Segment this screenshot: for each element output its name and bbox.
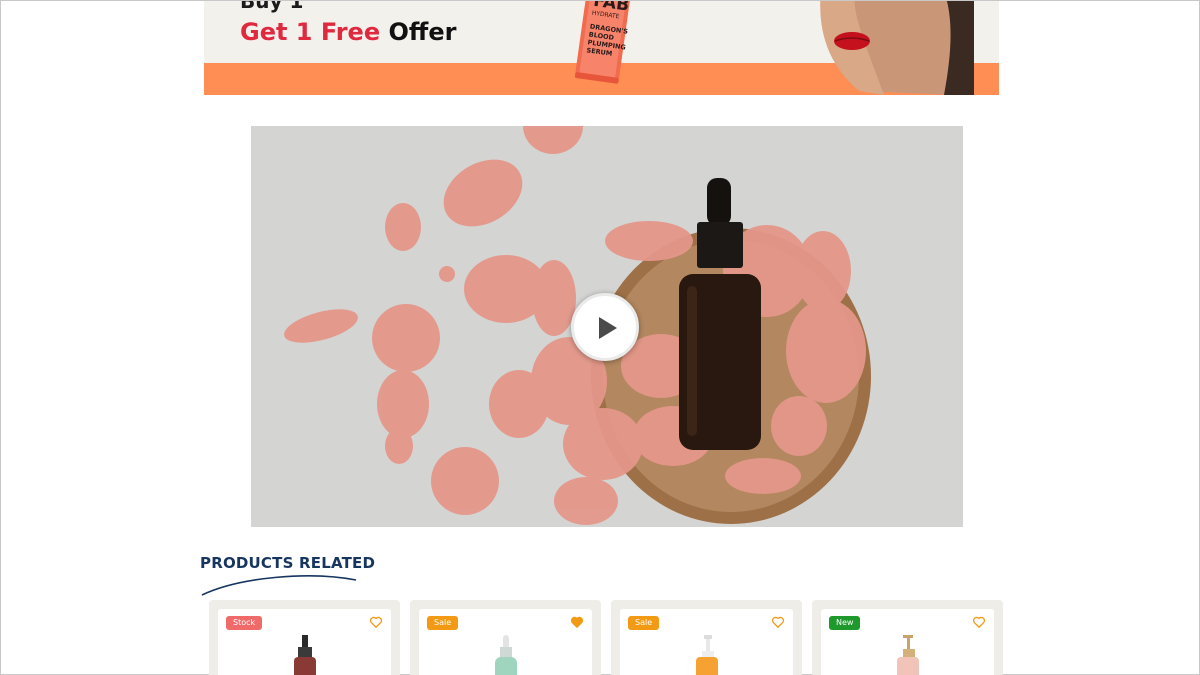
banner-offer-highlight: Get 1 Free <box>240 18 381 46</box>
model-face-image <box>820 1 974 95</box>
product-card[interactable]: Sale <box>410 600 601 675</box>
product-card[interactable]: New <box>812 600 1003 675</box>
heart-icon[interactable] <box>369 615 383 629</box>
play-icon <box>599 317 617 339</box>
product-badge: New <box>829 616 861 630</box>
product-card[interactable]: Stock <box>209 600 400 675</box>
section-title: PRODUCTS RELATED <box>200 554 376 572</box>
heart-icon[interactable] <box>771 615 785 629</box>
heart-icon[interactable] <box>972 615 986 629</box>
product-badge: Sale <box>628 616 660 630</box>
banner-buy-text: Buy 1 <box>240 1 304 13</box>
product-card-body: New <box>821 609 994 675</box>
product-card[interactable]: Sale <box>611 600 802 675</box>
product-video[interactable] <box>251 126 963 527</box>
product-image[interactable] <box>891 635 925 675</box>
product-image[interactable] <box>489 635 523 675</box>
product-badge: Stock <box>226 616 263 630</box>
promo-banner[interactable]: Buy 1 Get 1 Free Offer FAB HYDRATE DRAGO… <box>204 1 999 95</box>
banner-offer-text: Get 1 Free Offer <box>240 18 456 46</box>
serum-tube-image: FAB HYDRATE DRAGON'S BLOOD PLUMPING SERU… <box>574 1 631 84</box>
product-card-body: Sale <box>620 609 793 675</box>
product-image[interactable] <box>288 635 322 675</box>
play-button[interactable] <box>571 293 639 361</box>
banner-offer-rest: Offer <box>388 18 457 46</box>
product-image[interactable] <box>690 635 724 675</box>
product-badge: Sale <box>427 616 459 630</box>
title-underline-swoosh <box>201 575 357 596</box>
product-card-body: Sale <box>419 609 592 675</box>
product-card-body: Stock <box>218 609 391 675</box>
heart-icon[interactable] <box>570 615 584 629</box>
